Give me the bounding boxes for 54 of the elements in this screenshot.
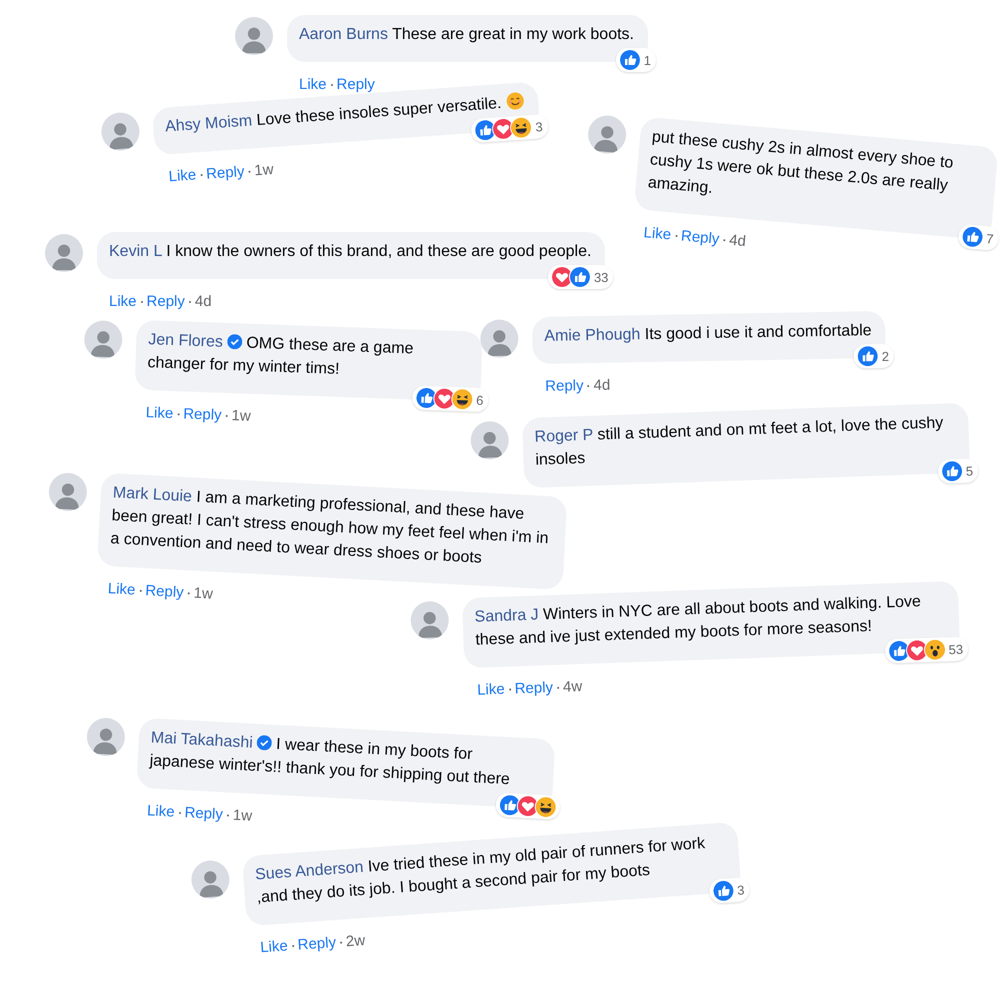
comment-text: Mai Takahashi I wear these in my boots for japanese winter's!! thank you for shipping out there	[149, 728, 512, 790]
action-link[interactable]: Reply	[184, 804, 224, 824]
author-name[interactable]: Mai Takahashi	[150, 729, 254, 752]
action-link[interactable]: Reply	[146, 293, 185, 310]
action-link[interactable]: Like	[260, 937, 288, 956]
comment-time: 2w	[345, 932, 366, 950]
action-link[interactable]: Reply	[680, 227, 720, 248]
author-name[interactable]: Kevin L	[109, 243, 162, 260]
action-link[interactable]: Like	[476, 680, 505, 699]
comment-time: 4d	[728, 232, 747, 250]
author-name[interactable]: Jen Flores	[148, 331, 224, 351]
comment-text: Mark Louie I am a marketing professional, and these have been great! I can't stress enough how my feet feel when i'm in a convention and need to wear dress shoes or boots	[110, 483, 550, 569]
reaction-count: 6	[476, 392, 484, 408]
comment-text: put these cushy 2s in almost every shoe to cushy 1s were ok but these 2.0s are really amazing.	[647, 128, 956, 199]
comment-time: 1w	[254, 161, 274, 180]
comment-time: 1w	[231, 407, 252, 425]
comment-time: 4w	[562, 678, 582, 696]
action-link[interactable]: Like	[145, 404, 174, 422]
comment-time: 1w	[193, 584, 214, 603]
author-name[interactable]: Mark Louie	[112, 484, 192, 506]
reaction-count: 5	[966, 462, 974, 478]
author-name[interactable]: Sandra J	[474, 606, 539, 626]
action-link[interactable]: Reply	[545, 377, 584, 395]
reaction-count: 3	[534, 118, 544, 134]
action-link[interactable]: Reply	[182, 406, 222, 424]
reaction-count: 53	[948, 641, 964, 657]
comment-text: Aaron Burns These are great in my work boots.	[299, 25, 634, 45]
comment-text: Jen Flores OMG these are a game changer for my winter tims!	[147, 330, 415, 380]
action-link[interactable]: Reply	[514, 679, 554, 698]
action-link[interactable]: Like	[299, 76, 327, 93]
action-link[interactable]: Reply	[297, 934, 337, 954]
action-link[interactable]: Like	[168, 166, 197, 186]
author-name[interactable]: Roger P	[534, 426, 594, 446]
action-link[interactable]: Like	[146, 802, 175, 821]
reaction-count: 33	[594, 270, 608, 284]
reaction-count: 2	[882, 348, 890, 364]
comment-time: 4d	[194, 293, 212, 310]
reaction-count: 1	[644, 52, 651, 68]
action-link[interactable]: Reply	[336, 76, 375, 93]
author-name[interactable]: Aaron Burns	[299, 26, 388, 43]
reaction-count: 7	[986, 230, 994, 246]
action-link[interactable]: Like	[109, 293, 137, 310]
author-name[interactable]: Sues Anderson	[254, 858, 364, 884]
author-name[interactable]: Amie Phough	[544, 326, 641, 345]
author-name[interactable]: Ahsy Moism	[164, 112, 253, 136]
comment-text: Kevin L I know the owners of this brand, and these are good people.	[109, 242, 592, 262]
reaction-count: 3	[736, 882, 745, 898]
comment-time: 4d	[593, 376, 610, 394]
action-link[interactable]: Reply	[144, 582, 184, 602]
action-link[interactable]: Like	[642, 224, 672, 244]
comment-time: 1w	[232, 806, 252, 825]
action-link[interactable]: Like	[107, 580, 136, 599]
action-link[interactable]: Reply	[206, 163, 245, 183]
comment-text: Amie Phough Its good i use it and comfortable	[544, 321, 872, 347]
